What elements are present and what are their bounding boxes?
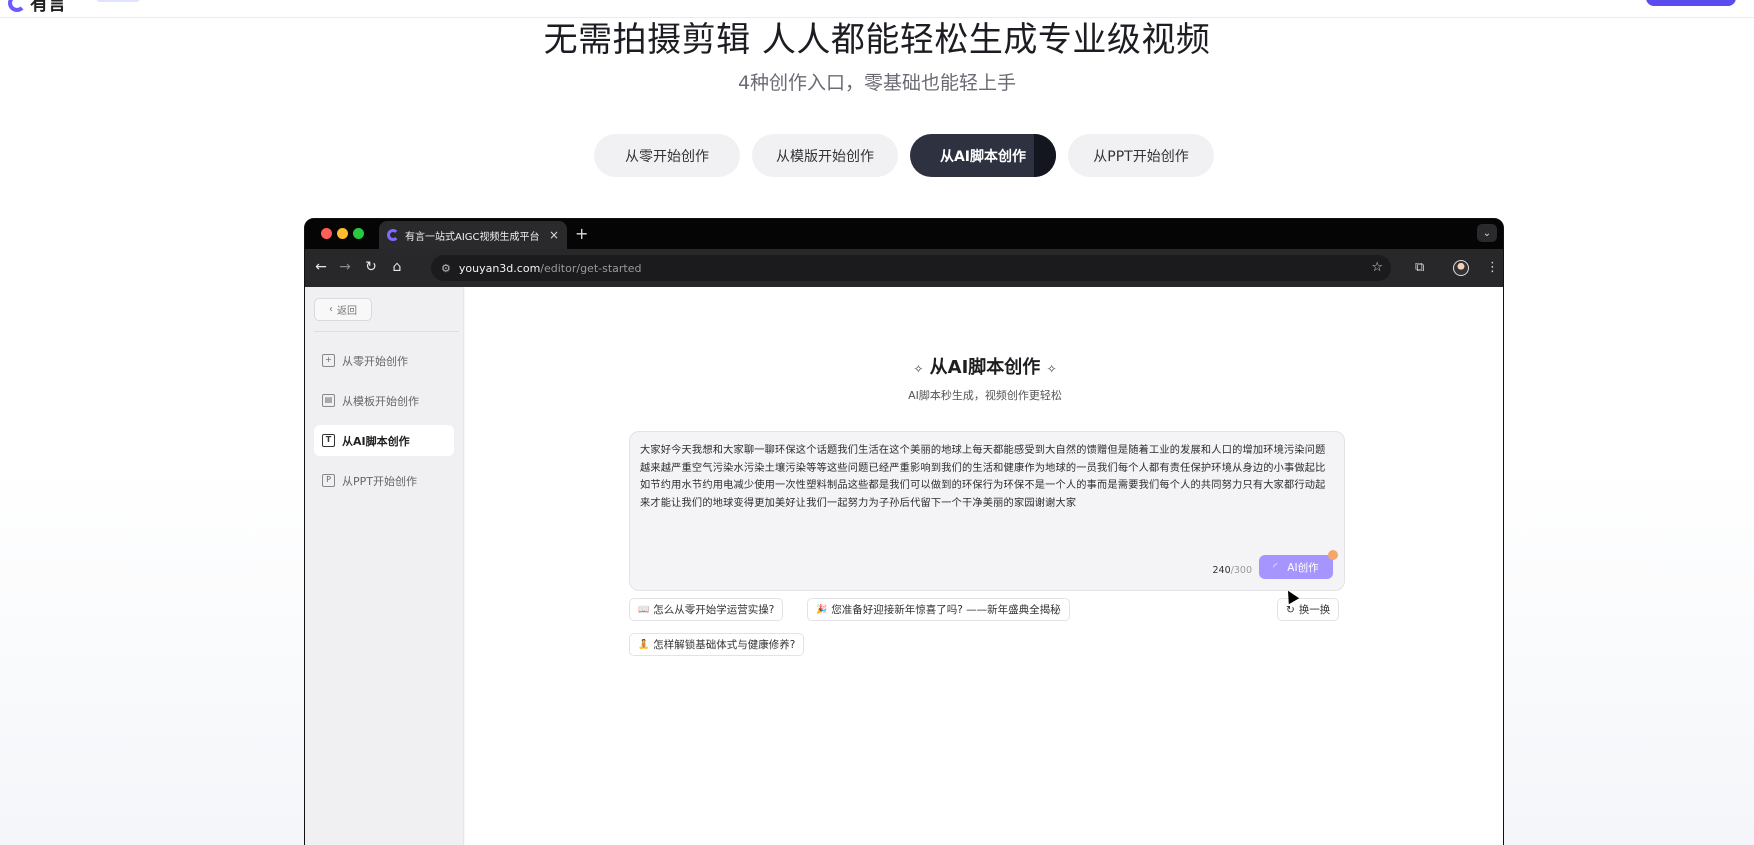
hero-subtitle: 4种创作入口，零基础也能轻上手 — [737, 72, 1017, 94]
browser-tab-bar: 有言一站式AIGC视频生成平台 × + ⌄ — [305, 219, 1503, 249]
browser-tab-title: 有言一站式AIGC视频生成平台 — [405, 231, 540, 243]
sparkle-icon: ✧ — [913, 362, 924, 376]
forward-arrow-icon[interactable]: → — [337, 259, 353, 275]
ai-create-button-label: AI创作 — [1287, 561, 1319, 574]
sidebar-item-label: 从模板开始创作 — [342, 394, 419, 408]
sidebar-item-label: 从PPT开始创作 — [342, 474, 417, 488]
refresh-label: 换一换 — [1298, 604, 1331, 616]
char-counter: 240/300 — [1213, 565, 1252, 576]
favicon-icon — [387, 229, 399, 241]
text-icon: T — [322, 434, 335, 447]
party-icon: 🎉 — [816, 604, 828, 615]
page-title-text: 从AI脚本创作 — [929, 357, 1041, 378]
book-icon: 📖 — [638, 604, 650, 615]
browser-toolbar: ← → ↻ ⌂ ⚙ youyan3d.com /editor/get-start… — [305, 249, 1503, 287]
back-button-label: 返回 — [337, 306, 357, 317]
script-textarea[interactable]: 大家好今天我想和大家聊一聊环保这个话题我们生活在这个美丽的地球上每天都能感受到大… — [629, 431, 1345, 591]
notification-badge — [1328, 550, 1338, 560]
editor-app: ‹ 返回 + 从零开始创作 ▤ 从模板开始创作 T 从AI脚本创作 P 从PPT… — [305, 287, 1503, 845]
tab-from-ppt[interactable]: 从PPT开始创作 — [1068, 134, 1214, 177]
profile-avatar-icon[interactable] — [1453, 260, 1469, 276]
tab-from-ai-script-label: 从AI脚本创作 — [939, 148, 1027, 165]
window-maximize-dot[interactable] — [353, 228, 364, 239]
sidebar-item-from-scratch[interactable]: + 从零开始创作 — [314, 345, 454, 376]
loading-spinner-icon: ◜ — [1273, 561, 1278, 573]
extensions-icon[interactable]: ⧉ — [1415, 260, 1424, 275]
page-title: ✧ 从AI脚本创作 ✧ — [465, 353, 1503, 379]
script-text[interactable]: 大家好今天我想和大家聊一聊环保这个话题我们生活在这个美丽的地球上每天都能感受到大… — [640, 442, 1334, 512]
copy-plus-icon: + — [322, 354, 335, 367]
tab-from-scratch[interactable]: 从零开始创作 — [594, 134, 740, 177]
tab-from-template[interactable]: 从模版开始创作 — [752, 134, 898, 177]
reload-icon[interactable]: ↻ — [363, 259, 379, 275]
back-button[interactable]: ‹ 返回 — [314, 298, 372, 321]
ai-create-button[interactable]: ◜ AI创作 — [1259, 555, 1333, 579]
sidebar-item-from-ppt[interactable]: P 从PPT开始创作 — [314, 465, 454, 496]
window-close-dot[interactable] — [321, 228, 332, 239]
hero-title: 无需拍摄剪辑 人人都能轻松生成专业级视频 — [543, 20, 1211, 60]
template-icon: ▤ — [322, 394, 335, 407]
tab-from-ai-script[interactable]: 从AI脚本创作 — [910, 134, 1056, 177]
chevron-left-icon: ‹ — [329, 304, 333, 315]
back-arrow-icon[interactable]: ← — [313, 259, 329, 275]
url-domain: youyan3d.com — [458, 261, 541, 275]
editor-sidebar: ‹ 返回 + 从零开始创作 ▤ 从模板开始创作 T 从AI脚本创作 P 从PPT… — [305, 287, 464, 845]
ppt-icon: P — [322, 474, 335, 487]
header-nav-badge[interactable] — [96, 0, 140, 2]
suggestion-text: 怎样解锁基础体式与健康修养? — [653, 639, 796, 651]
refresh-icon: ↻ — [1286, 603, 1295, 616]
yoga-icon: 🧘 — [638, 639, 650, 650]
browser-tab[interactable]: 有言一站式AIGC视频生成平台 × — [379, 221, 567, 249]
suggestion-text: 您准备好迎接新年惊喜了吗? ——新年盛典全揭秘 — [831, 604, 1061, 616]
address-bar[interactable]: ⚙ youyan3d.com /editor/get-started ☆ — [431, 255, 1391, 281]
url-path: /editor/get-started — [540, 261, 642, 275]
sidebar-item-label: 从AI脚本创作 — [342, 434, 410, 448]
suggestion-chip[interactable]: 🧘 怎样解锁基础体式与健康修养? — [629, 633, 805, 656]
logo-mark-icon — [8, 0, 26, 12]
page: 有言 无需拍摄剪辑 人人都能轻松生成专业级视频 4种创作入口，零基础也能轻上手 … — [0, 0, 1754, 845]
sidebar-divider — [314, 331, 459, 332]
tab-close-icon[interactable]: × — [549, 228, 559, 242]
sparkle-icon: ✧ — [1046, 362, 1057, 376]
creation-mode-tabs: 从零开始创作 从模版开始创作 从AI脚本创作 从PPT开始创作 — [594, 134, 1214, 177]
suggestion-text: 怎么从零开始学运营实操? — [653, 604, 775, 616]
page-subtitle: AI脚本秒生成，视频创作更轻松 — [908, 389, 1062, 402]
suggestion-chip[interactable]: 🎉 您准备好迎接新年惊喜了吗? ——新年盛典全揭秘 — [807, 598, 1070, 621]
window-minimize-dot[interactable] — [337, 228, 348, 239]
sidebar-item-from-template[interactable]: ▤ 从模板开始创作 — [314, 385, 454, 416]
browser-window-mockup: 有言一站式AIGC视频生成平台 × + ⌄ ← → ↻ ⌂ ⚙ youyan3d… — [304, 218, 1504, 845]
char-count: 240 — [1212, 565, 1231, 576]
site-settings-icon[interactable]: ⚙ — [441, 262, 451, 275]
char-max: /300 — [1230, 565, 1252, 576]
suggestion-chip[interactable]: 📖 怎么从零开始学运营实操? — [629, 598, 784, 621]
sidebar-item-from-ai-script[interactable]: T 从AI脚本创作 — [314, 425, 454, 456]
sidebar-item-label: 从零开始创作 — [342, 354, 408, 368]
tab-search-chevron-icon[interactable]: ⌄ — [1477, 224, 1497, 242]
browser-menu-icon[interactable]: ⋮ — [1486, 260, 1499, 275]
new-tab-icon[interactable]: + — [575, 224, 588, 243]
bookmark-star-icon[interactable]: ☆ — [1371, 260, 1383, 275]
header-cta-button[interactable] — [1646, 0, 1736, 6]
editor-main: ✧ 从AI脚本创作 ✧ AI脚本秒生成，视频创作更轻松 大家好今天我想和大家聊一… — [465, 287, 1503, 845]
home-icon[interactable]: ⌂ — [389, 259, 405, 275]
